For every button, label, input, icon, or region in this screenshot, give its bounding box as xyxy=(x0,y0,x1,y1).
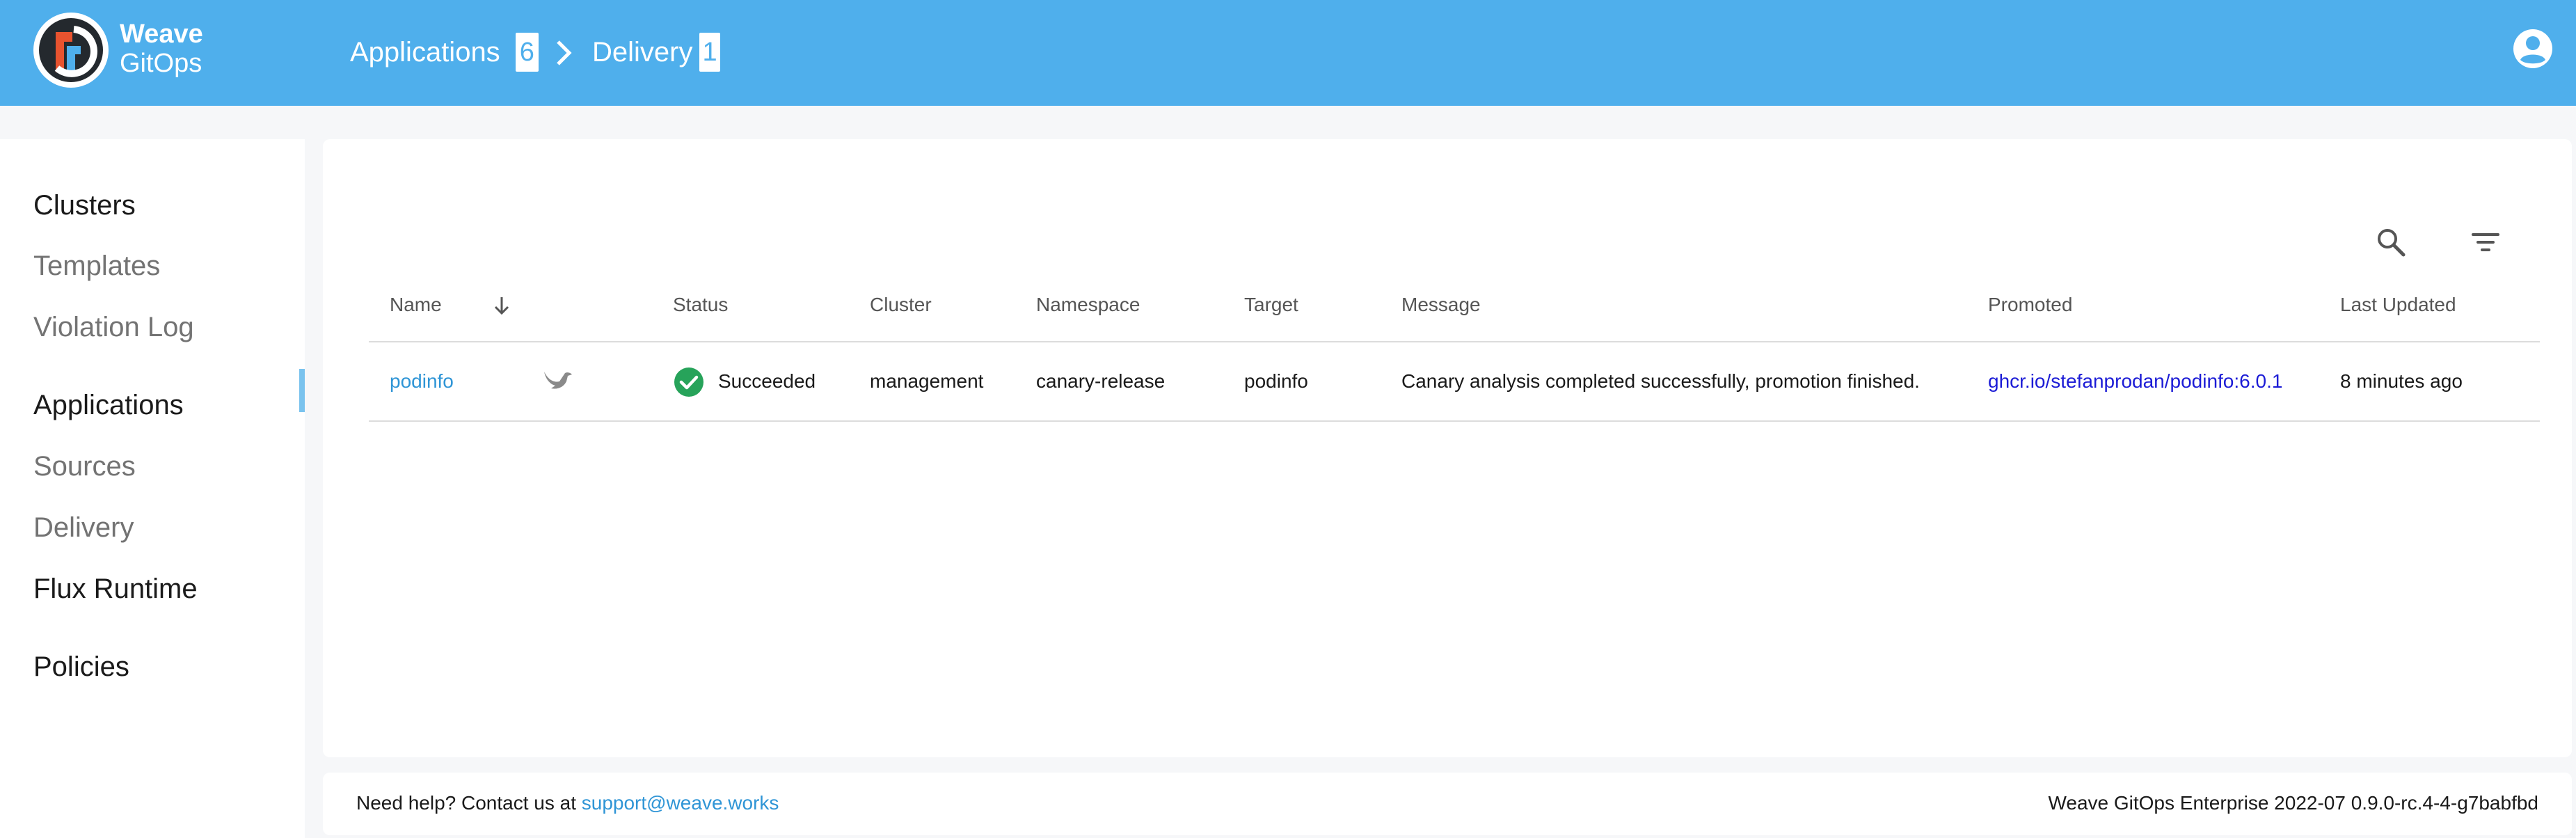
row-last-updated: 8 minutes ago xyxy=(2340,370,2463,392)
sidebar-item-templates[interactable]: Templates xyxy=(33,248,160,283)
check-circle-icon xyxy=(674,367,703,397)
sidebar-item-sources[interactable]: Sources xyxy=(33,449,136,484)
arrow-down-icon[interactable] xyxy=(493,295,511,316)
row-name-link[interactable]: podinfo xyxy=(390,370,454,393)
brand-top: Weave xyxy=(120,19,203,49)
weave-gitops-logo-icon[interactable] xyxy=(32,11,110,89)
sidebar-item-applications[interactable]: Applications xyxy=(33,388,184,422)
breadcrumb-applications[interactable]: Applications 6 xyxy=(350,32,539,72)
breadcrumb-delivery[interactable]: Delivery 1 xyxy=(592,32,720,72)
sidebar-item-flux-runtime[interactable]: Flux Runtime xyxy=(33,571,198,606)
row-promoted-link[interactable]: ghcr.io/stefanprodan/podinfo:6.0.1 xyxy=(1988,370,2282,393)
footer-help: Need help? Contact us at support@weave.w… xyxy=(356,792,779,814)
column-name[interactable]: Name xyxy=(390,294,442,316)
breadcrumb-applications-label: Applications xyxy=(350,36,500,68)
support-email-link[interactable]: support@weave.works xyxy=(582,792,779,814)
table-header-row: Name Status Cluster Namespace Target Mes… xyxy=(369,278,2540,342)
row-status: Succeeded xyxy=(718,370,816,392)
row-target: podinfo xyxy=(1244,370,1308,392)
flagger-bird-icon xyxy=(544,372,572,389)
column-status[interactable]: Status xyxy=(673,294,728,316)
top-app-bar: Weave GitOps Applications 6 Delivery 1 xyxy=(0,0,2576,106)
column-last-updated[interactable]: Last Updated xyxy=(2340,294,2456,316)
breadcrumb-delivery-count: 1 xyxy=(699,33,720,72)
brand-name: Weave GitOps xyxy=(120,21,203,77)
sidebar-item-policies[interactable]: Policies xyxy=(33,649,129,684)
sidebar-item-clusters[interactable]: Clusters xyxy=(33,188,136,223)
breadcrumb-delivery-label: Delivery xyxy=(592,36,693,68)
breadcrumb-applications-count: 6 xyxy=(515,33,539,72)
search-icon[interactable] xyxy=(2373,224,2409,260)
row-namespace: canary-release xyxy=(1036,370,1166,392)
footer: Need help? Contact us at support@weave.w… xyxy=(323,773,2572,835)
sidebar-nav: Clusters Templates Violation Log Applica… xyxy=(0,139,305,838)
delivery-table-card xyxy=(323,139,2572,757)
sidebar-active-indicator xyxy=(299,369,305,412)
row-cluster: management xyxy=(870,370,984,392)
column-namespace[interactable]: Namespace xyxy=(1036,294,1140,316)
sidebar-item-violation-log[interactable]: Violation Log xyxy=(33,310,194,345)
column-cluster[interactable]: Cluster xyxy=(870,294,932,316)
column-message[interactable]: Message xyxy=(1401,294,1481,316)
brand-bottom: GitOps xyxy=(120,49,202,78)
footer-help-text: Need help? Contact us at xyxy=(356,792,582,814)
row-message: Canary analysis completed successfully, … xyxy=(1401,370,1920,392)
column-target[interactable]: Target xyxy=(1244,294,1298,316)
account-icon[interactable] xyxy=(2512,28,2554,70)
chevron-right-icon xyxy=(557,40,572,65)
sidebar-item-delivery[interactable]: Delivery xyxy=(33,510,134,545)
filter-icon[interactable] xyxy=(2467,224,2504,260)
column-promoted[interactable]: Promoted xyxy=(1988,294,2072,316)
footer-version: Weave GitOps Enterprise 2022-07 0.9.0-rc… xyxy=(2048,792,2538,814)
